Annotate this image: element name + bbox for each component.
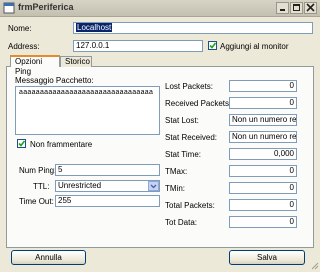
close-button[interactable] (304, 2, 317, 14)
stat-label-received: Stat Received: (165, 133, 218, 142)
stat-label-total-packets: Total Packets: (165, 201, 215, 210)
num-ping-label: Num Ping: (19, 166, 57, 175)
stat-value-tmax: 0 (229, 165, 297, 177)
stat-value-lost: Non un numero real (229, 114, 297, 126)
minimize-button[interactable] (276, 2, 289, 14)
checkmark-icon (18, 140, 26, 147)
nome-label: Nome: (8, 24, 32, 33)
stat-value-tot-data: 0 (229, 216, 297, 228)
nome-value: Localhost (76, 23, 113, 32)
stat-value-tmin: 0 (229, 182, 297, 194)
maximize-button[interactable] (290, 2, 303, 14)
no-fragment-label: Non frammentare (30, 140, 93, 149)
timeout-label: Time Out: (19, 197, 54, 206)
nome-input[interactable]: Localhost (73, 22, 313, 34)
ttl-label: TTL: (33, 182, 50, 191)
chevron-down-icon (150, 184, 157, 189)
monitor-label: Aggiungi al monitor (220, 42, 289, 51)
ttl-dropdown-button[interactable] (148, 181, 159, 191)
timeout-input[interactable]: 255 (55, 195, 160, 207)
stat-label-lost: Stat Lost: (165, 116, 199, 125)
address-label: Address: (8, 42, 40, 51)
tab-opzioni-ping[interactable]: Opzioni Ping (10, 55, 60, 76)
resize-grip-icon[interactable] (310, 261, 319, 270)
stat-label-tot-data: Tot Data: (165, 218, 198, 227)
close-icon (306, 3, 315, 12)
maximize-icon (293, 4, 300, 11)
stat-value-received-packets: 0 (229, 97, 297, 109)
window-title: frmPeriferica (18, 2, 74, 12)
ttl-select[interactable]: Unrestricted (55, 180, 160, 192)
stat-label-received-packets: Received Packets: (165, 99, 232, 108)
no-fragment-checkbox[interactable] (17, 139, 26, 148)
message-textarea[interactable]: aaaaaaaaaaaaaaaaaaaaaaaaaaaaaaaa (15, 86, 160, 135)
address-input[interactable]: 127.0.0.1 (73, 40, 203, 52)
message-label: Messaggio Pacchetto: (15, 76, 94, 85)
tab-storico[interactable]: Storico (60, 56, 92, 67)
monitor-checkbox[interactable] (208, 41, 217, 50)
app-icon (3, 2, 15, 14)
stat-value-time: 0,000 (229, 148, 297, 160)
stat-label-lost-packets: Lost Packets: (165, 82, 214, 91)
stat-value-received: Non un numero real (229, 131, 297, 143)
checkmark-icon (209, 42, 217, 49)
num-ping-input[interactable]: 5 (55, 164, 160, 176)
stat-label-tmax: TMax: (165, 167, 188, 176)
save-button[interactable]: Salva (229, 250, 305, 265)
stat-label-tmin: TMin: (165, 184, 185, 193)
cancel-button[interactable]: Annulla (11, 250, 86, 265)
minimize-icon (280, 9, 285, 11)
stat-value-lost-packets: 0 (229, 80, 297, 92)
stat-label-time: Stat Time: (165, 150, 202, 159)
stat-value-total-packets: 0 (229, 199, 297, 211)
